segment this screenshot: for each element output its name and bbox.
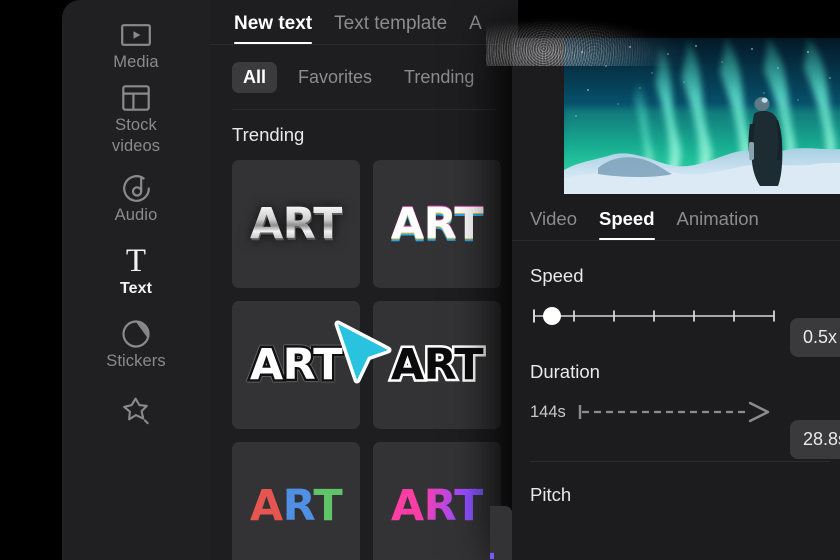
tab-speed[interactable]: Speed [598, 208, 655, 240]
sidebar-item-label: Media [113, 53, 159, 71]
speed-value-chip[interactable]: 0.5x [790, 318, 840, 357]
video-frame-icon [121, 18, 151, 52]
text-style-card[interactable]: ART ART ART ART [373, 160, 501, 288]
gradient-fill: ART [390, 480, 484, 531]
text-t-icon: T [125, 242, 147, 279]
text-style-card[interactable]: ART [373, 301, 501, 429]
sidebar-item-audio[interactable]: Audio [62, 165, 210, 228]
audio-note-icon [122, 171, 151, 205]
text-panel-tabs: New text Text template A [210, 0, 518, 44]
sidebar-item-effects[interactable] [62, 388, 210, 430]
text-style-card[interactable]: ART ART [373, 442, 501, 560]
duration-arrow-icon [578, 401, 778, 423]
duration-from-value: 144s [530, 402, 566, 421]
stock-layout-icon [122, 81, 150, 115]
section-title-trending: Trending [232, 124, 305, 145]
text-style-card[interactable]: ART [232, 301, 360, 429]
tab-a[interactable]: A [469, 13, 482, 44]
sidebar-item-label: Text [119, 280, 153, 297]
tabs-divider [210, 44, 518, 45]
speed-slider-knob [543, 307, 561, 325]
speed-slider[interactable] [530, 303, 778, 329]
sidebar-item-label: Stock videos [111, 116, 161, 155]
text-style-grid: ART ART ART ART ART ART ART ART ART [232, 160, 518, 560]
right-panel-tabs: Video Speed Animation [512, 194, 840, 240]
right-window: Video Speed Animation Speed Duration 144… [512, 38, 840, 560]
tab-text-template[interactable]: Text template [334, 13, 447, 44]
text-panel: New text Text template A All Favorites T… [210, 0, 518, 560]
sidebar-item-text[interactable]: T Text [62, 238, 210, 301]
duration-to-value-chip[interactable]: 28.8s [790, 420, 840, 459]
text-style-preview: ART [388, 339, 486, 390]
aurora-night-hiker-image [564, 38, 840, 194]
sidebar-item-label: Audio [114, 206, 158, 224]
sticker-circle-icon [122, 317, 150, 351]
text-style-preview: ART [249, 480, 343, 531]
filter-chip-all[interactable]: All [232, 62, 278, 93]
tab-new-text[interactable]: New text [234, 13, 313, 44]
filter-chip-trending[interactable]: Trending [393, 62, 485, 93]
app-screenshot: Media Stock videos Audio T Text Stickers… [0, 0, 840, 560]
left-window: Media Stock videos Audio T Text Stickers… [62, 0, 518, 560]
duration-control-row: 144s [512, 401, 840, 423]
text-style-card[interactable]: ART [232, 160, 360, 288]
text-style-preview: ART ART [388, 481, 487, 530]
chroma-layer-white: ART [390, 198, 484, 249]
filter-chips: All Favorites Trending [210, 44, 518, 93]
text-style-preview: ART [247, 339, 345, 390]
sidebar-item-label: Stickers [106, 352, 166, 370]
filter-chip-favorites[interactable]: Favorites [287, 62, 383, 93]
right-panel-body: Video Speed Animation Speed Duration 144… [512, 194, 840, 560]
video-preview[interactable] [564, 38, 840, 194]
sidebar: Media Stock videos Audio T Text Stickers [62, 0, 210, 560]
text-style-preview: ART ART ART ART [391, 201, 484, 248]
tab-video[interactable]: Video [530, 208, 577, 240]
pitch-label: Pitch [530, 484, 572, 505]
tab-animation[interactable]: Animation [677, 208, 759, 240]
text-style-card-partial[interactable]: ART ART [490, 506, 512, 560]
star-effects-icon [121, 394, 151, 428]
speed-label: Speed [530, 265, 584, 286]
sidebar-item-stickers[interactable]: Stickers [62, 311, 210, 374]
text-style-preview: ART [249, 198, 343, 249]
text-style-card[interactable]: ART [232, 442, 360, 560]
sidebar-item-media[interactable]: Media [62, 12, 210, 75]
sidebar-item-stock-videos[interactable]: Stock videos [62, 75, 210, 159]
